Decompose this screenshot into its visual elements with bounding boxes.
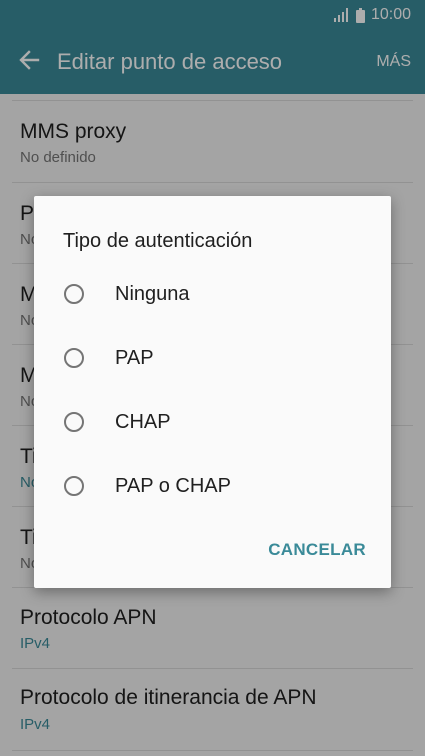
option-ninguna[interactable]: Ninguna bbox=[34, 268, 391, 324]
cancel-button[interactable]: CANCELAR bbox=[268, 540, 366, 560]
dialog-title: Tipo de autenticación bbox=[63, 230, 253, 252]
radio-button[interactable] bbox=[64, 284, 84, 304]
option-label: PAP o CHAP bbox=[115, 475, 231, 497]
radio-button[interactable] bbox=[64, 348, 84, 368]
option-label: PAP bbox=[115, 347, 154, 369]
auth-type-dialog: Tipo de autenticación Ninguna PAP CHAP P… bbox=[34, 196, 391, 588]
option-chap[interactable]: CHAP bbox=[34, 396, 391, 452]
radio-button[interactable] bbox=[64, 412, 84, 432]
option-label: Ninguna bbox=[115, 283, 190, 305]
option-pap-o-chap[interactable]: PAP o CHAP bbox=[34, 460, 391, 516]
option-pap[interactable]: PAP bbox=[34, 332, 391, 388]
option-label: CHAP bbox=[115, 411, 171, 433]
radio-button[interactable] bbox=[64, 476, 84, 496]
